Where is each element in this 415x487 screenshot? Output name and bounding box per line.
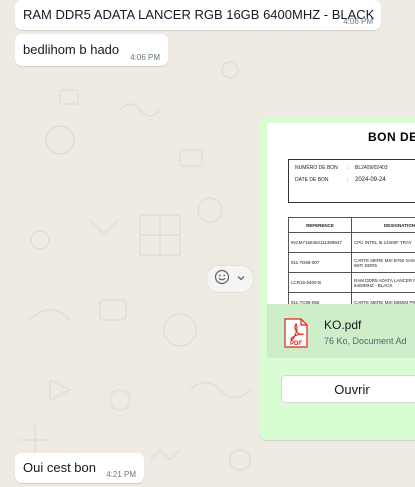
smiley-icon [214,269,230,290]
info-value: 2024-09-24 [355,177,386,183]
preview-info-box: NUMÉRO DE BON : BL2409/02403 DATE DE BON… [288,159,415,203]
table-row: LCR16-6400-B RAM DDR5 ADATA LANCER RGB 1… [288,272,415,293]
preview-title: BON DE [368,130,415,144]
message-bubble[interactable]: RAM DDR5 ADATA LANCER RGB 16GB 6400MHZ -… [15,0,381,30]
message-bubble[interactable]: Oui cest bon 4:21 PM [15,453,144,483]
open-button[interactable]: Ouvrir [281,375,415,403]
preview-table: REFERENCE DESIGNATION INCM71554821113599… [288,217,415,304]
table-cell: RAM DDR5 ADATA LANCER RGB 16GB 6400MHZ -… [351,272,415,293]
message-time: 4:06 PM [343,17,373,26]
table-cell: CARTE MERE MSI B760 GAMING PLUS WIFI DDR… [351,252,415,273]
file-meta: 76 Ko, Document Ad [324,336,407,346]
table-cell: CPU INTEL I5 14400F TRAY [351,232,415,253]
reaction-button[interactable] [206,265,254,293]
table-header: DESIGNATION [351,217,415,233]
file-name: KO.pdf [324,318,362,332]
document-message[interactable]: BON DE NUMÉRO DE BON : BL2409/02403 DATE… [259,118,415,440]
info-value: BL2409/02403 [355,165,388,171]
file-info-bar[interactable]: PDF KO.pdf 76 Ko, Document Ad [267,304,415,358]
info-separator: : [347,165,349,171]
message-bubble[interactable]: bedlihom b hado 4:06 PM [15,34,168,66]
info-label: DATE DE BON [295,177,329,183]
table-cell: CARTE MERE MSI B550M PRO VDH [351,292,415,304]
pdf-badge-text: PDF [290,341,302,347]
table-cell: INCM7155482111359947 [288,232,352,253]
message-text: bedlihom b hado [23,42,120,57]
info-label: NUMÉRO DE BON [295,165,338,171]
table-row: 911-7D88-007 CARTE MERE MSI B760 GAMING … [288,252,415,273]
info-separator: : [347,177,349,183]
table-header: REFERENCE [288,217,352,233]
table-row: 911-7C95-065 CARTE MERE MSI B550M PRO VD… [288,292,415,304]
chevron-down-icon [236,270,246,288]
message-time: 4:06 PM [130,53,160,62]
table-cell: LCR16-6400-B [288,272,352,293]
message-time: 4:21 PM [106,470,136,479]
table-cell: 911-7C95-065 [288,292,352,304]
message-text: Oui cest bon [23,460,96,475]
pdf-file-icon: PDF [284,318,308,353]
document-preview[interactable]: BON DE NUMÉRO DE BON : BL2409/02403 DATE… [267,123,415,304]
message-text: RAM DDR5 ADATA LANCER RGB 16GB 6400MHZ -… [23,7,375,22]
table-cell: 911-7D88-007 [288,252,352,273]
table-row: INCM7155482111359947 CPU INTEL I5 14400F… [288,232,415,253]
